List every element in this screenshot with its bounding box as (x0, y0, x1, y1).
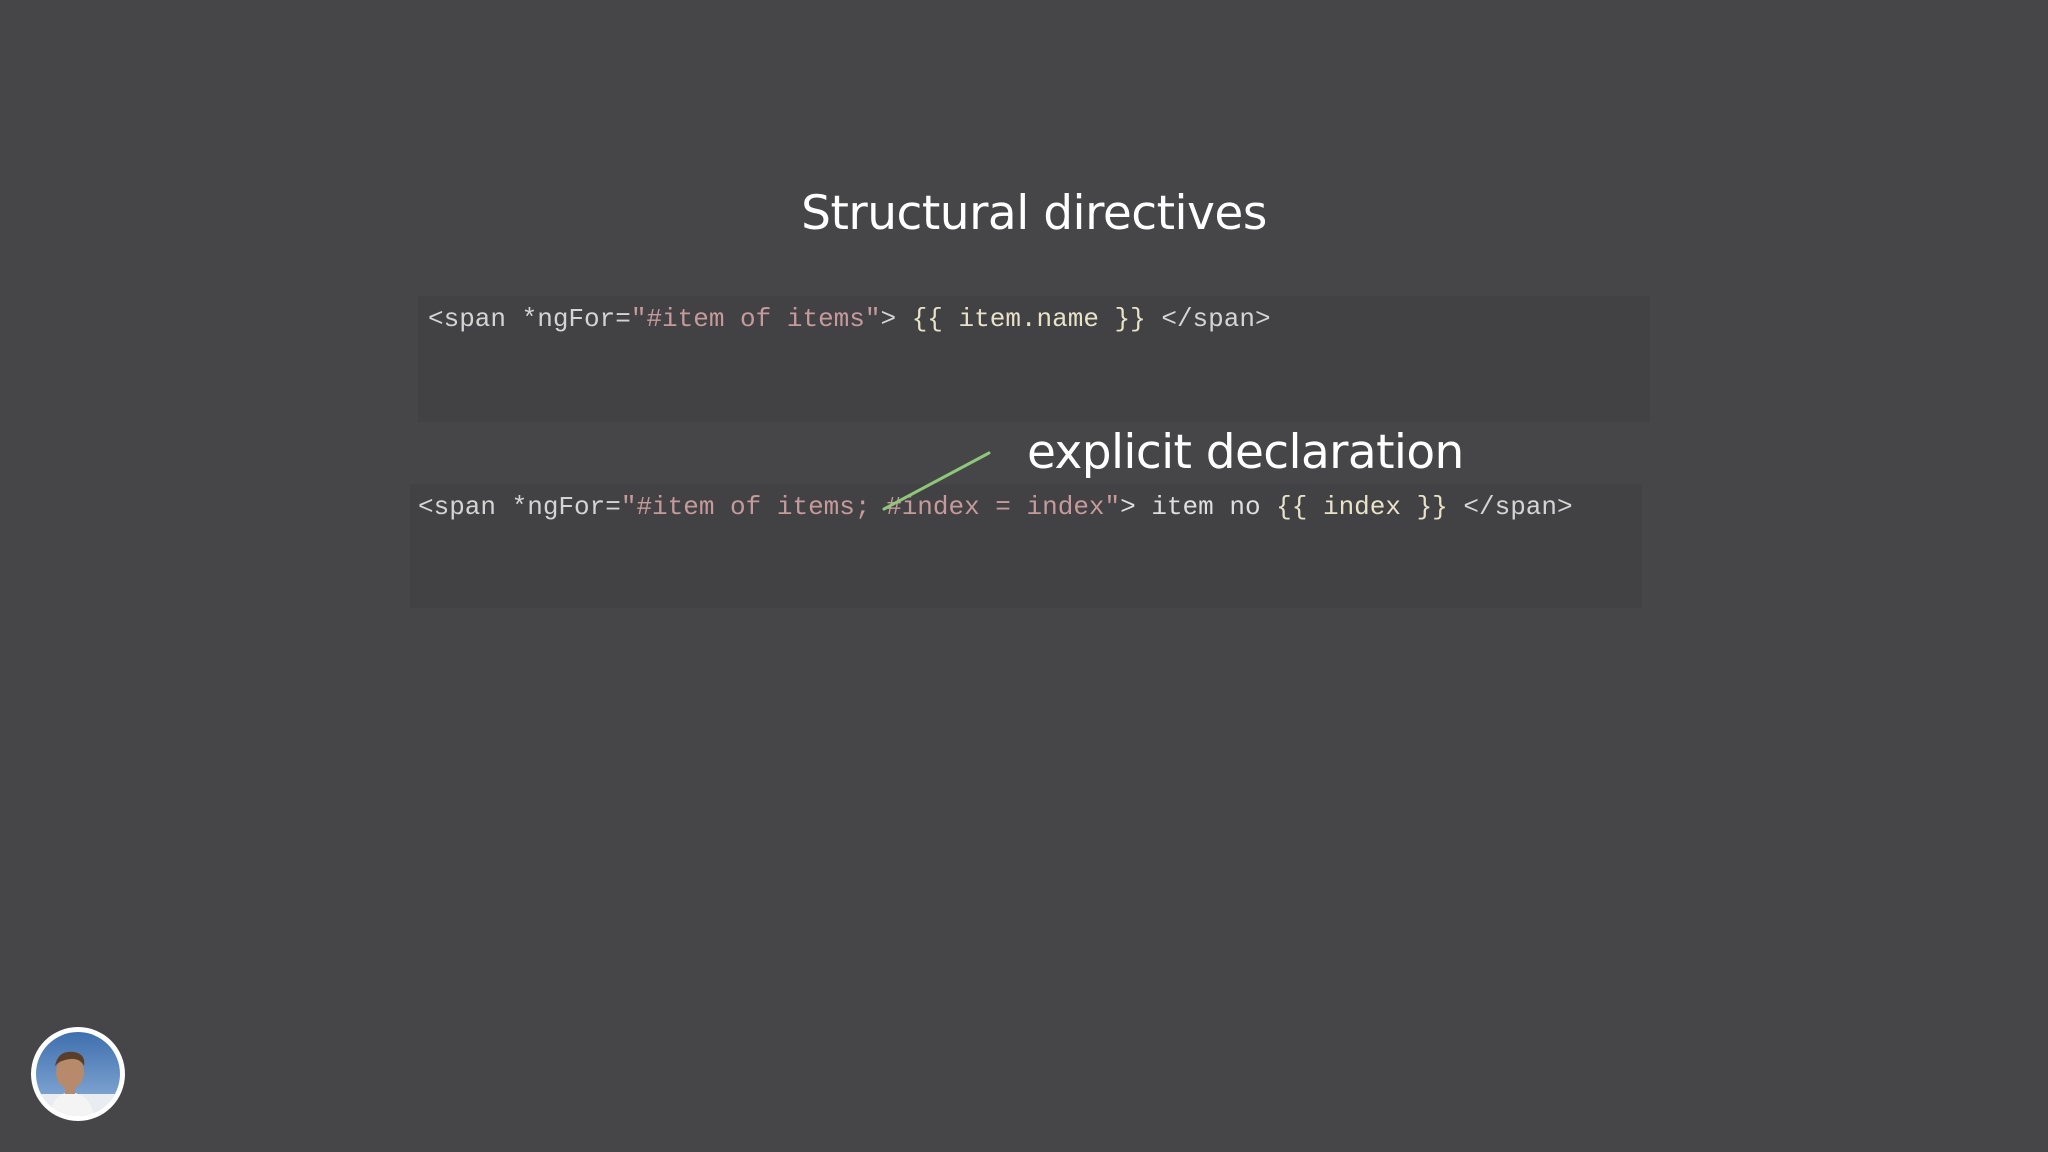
code-close-tag: </span> (1145, 304, 1271, 334)
code-line-explicit: <span *ngFor="#item of items; #index = i… (418, 492, 1573, 522)
code-interpolation: {{ item.name }} (911, 304, 1146, 334)
presenter-avatar (31, 1027, 125, 1121)
code-close-open: > (880, 304, 912, 334)
code-attr-value: "#item of items" (630, 304, 881, 334)
slide-title: Structural directives (801, 186, 1267, 241)
code-open-tag: <span *ngFor= (418, 492, 621, 522)
avatar-photo-icon (36, 1032, 120, 1116)
code-interpolation: {{ index }} (1276, 492, 1448, 522)
code-line-basic: <span *ngFor="#item of items"> {{ item.n… (428, 304, 1271, 334)
code-open-tag: <span *ngFor= (428, 304, 631, 334)
slide: Structural directives <span *ngFor="#ite… (0, 0, 2048, 1152)
code-close-tag: </span> (1447, 492, 1573, 522)
annotation-label: explicit declaration (1027, 425, 1464, 480)
code-close-open: > item no (1120, 492, 1277, 522)
code-attr-value: "#item of items; #index = index" (620, 492, 1121, 522)
